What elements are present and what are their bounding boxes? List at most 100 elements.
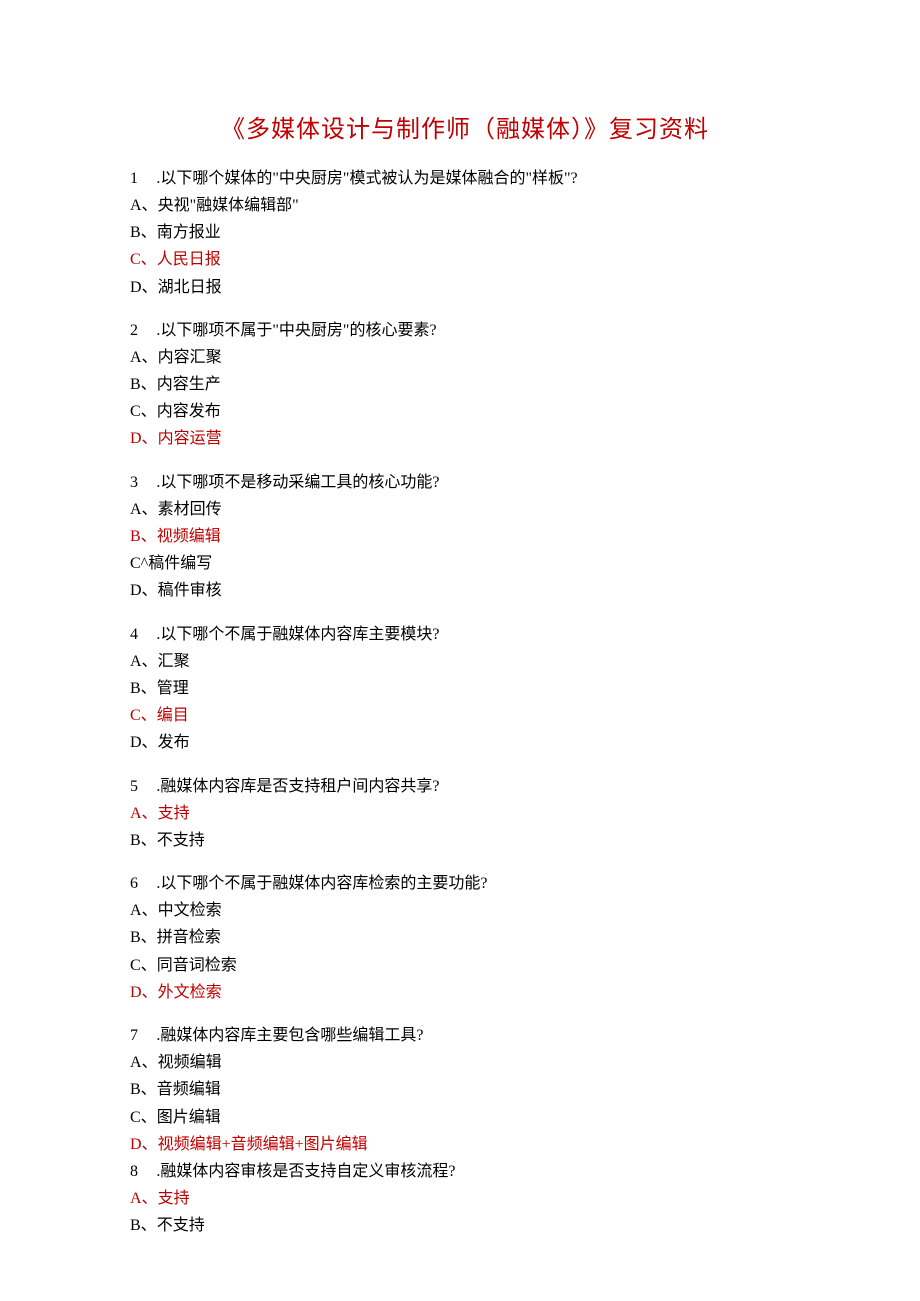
- option-text: 发布: [158, 734, 190, 751]
- option-text: 图片编辑: [157, 1109, 221, 1126]
- option-line: A、中文检索: [130, 897, 800, 924]
- option-label: B、: [130, 528, 157, 545]
- question-block: 1 .以下哪个媒体的"中央厨房"模式被认为是媒体融合的"样板"?A、央视"融媒体…: [130, 165, 800, 301]
- option-text: 内容汇聚: [158, 349, 222, 366]
- option-line: D、视频编辑+音频编辑+图片编辑: [130, 1131, 800, 1158]
- option-text: 稿件编写: [148, 555, 212, 572]
- question-text: 以下哪个媒体的"中央厨房"模式被认为是媒体融合的"样板"?: [160, 170, 577, 187]
- option-line: C、编目: [130, 702, 800, 729]
- option-text: 人民日报: [157, 251, 221, 268]
- option-text: 内容运营: [158, 430, 222, 447]
- option-text: 管理: [157, 680, 189, 697]
- option-label: D、: [130, 984, 158, 1001]
- option-label: C^: [130, 555, 148, 572]
- option-line: A、支持: [130, 1185, 800, 1212]
- option-line: D、湖北日报: [130, 274, 800, 301]
- question-block: 2 .以下哪项不属于"中央厨房"的核心要素?A、内容汇聚B、内容生产C、内容发布…: [130, 317, 800, 453]
- option-text: 视频编辑: [157, 528, 221, 545]
- question-number: 8: [130, 1158, 152, 1185]
- option-label: C、: [130, 1109, 157, 1126]
- option-line: D、发布: [130, 729, 800, 756]
- option-line: A、内容汇聚: [130, 344, 800, 371]
- option-text: 汇聚: [158, 653, 190, 670]
- option-label: B、: [130, 680, 157, 697]
- option-line: C、图片编辑: [130, 1104, 800, 1131]
- question-block: 4 .以下哪个不属于融媒体内容库主要模块?A、汇聚B、管理C、编目D、发布: [130, 621, 800, 757]
- option-text: 不支持: [157, 832, 205, 849]
- option-text: 内容生产: [157, 376, 221, 393]
- option-line: A、支持: [130, 800, 800, 827]
- option-line: B、音频编辑: [130, 1076, 800, 1103]
- option-text: 拼音检索: [157, 929, 221, 946]
- option-text: 视频编辑: [158, 1054, 222, 1071]
- question-text: 融媒体内容审核是否支持自定义审核流程?: [160, 1163, 455, 1180]
- question-text: 以下哪个不属于融媒体内容库检索的主要功能?: [160, 875, 487, 892]
- option-line: C^稿件编写: [130, 550, 800, 577]
- option-label: C、: [130, 403, 157, 420]
- question-text: 以下哪项不属于"中央厨房"的核心要素?: [160, 322, 436, 339]
- option-line: B、拼音检索: [130, 924, 800, 951]
- option-text: 内容发布: [157, 403, 221, 420]
- option-text: 稿件审核: [158, 582, 222, 599]
- option-text: 支持: [158, 805, 190, 822]
- question-text: 以下哪个不属于融媒体内容库主要模块?: [160, 626, 439, 643]
- question-block: 8 .融媒体内容审核是否支持自定义审核流程?A、支持B、不支持: [130, 1158, 800, 1240]
- option-line: D、内容运营: [130, 425, 800, 452]
- question-line: 7 .融媒体内容库主要包含哪些编辑工具?: [130, 1022, 800, 1049]
- option-text: 同音词检索: [157, 957, 237, 974]
- option-label: B、: [130, 224, 157, 241]
- option-line: B、不支持: [130, 827, 800, 854]
- option-text: 支持: [158, 1190, 190, 1207]
- option-label: A、: [130, 805, 158, 822]
- option-line: C、同音词检索: [130, 952, 800, 979]
- option-label: A、: [130, 1190, 158, 1207]
- option-line: B、内容生产: [130, 371, 800, 398]
- option-label: C、: [130, 957, 157, 974]
- question-line: 4 .以下哪个不属于融媒体内容库主要模块?: [130, 621, 800, 648]
- option-label: D、: [130, 582, 158, 599]
- option-label: B、: [130, 929, 157, 946]
- option-line: B、南方报业: [130, 219, 800, 246]
- option-label: A、: [130, 349, 158, 366]
- option-line: C、内容发布: [130, 398, 800, 425]
- option-line: D、外文检索: [130, 979, 800, 1006]
- question-number: 4: [130, 621, 152, 648]
- option-text: 素材回传: [158, 501, 222, 518]
- question-block: 7 .融媒体内容库主要包含哪些编辑工具?A、视频编辑B、音频编辑C、图片编辑D、…: [130, 1022, 800, 1158]
- question-text: 以下哪项不是移动采编工具的核心功能?: [160, 474, 439, 491]
- question-number: 2: [130, 317, 152, 344]
- option-line: B、视频编辑: [130, 523, 800, 550]
- option-label: B、: [130, 1217, 157, 1234]
- option-label: B、: [130, 1081, 157, 1098]
- option-label: D、: [130, 734, 158, 751]
- option-label: D、: [130, 430, 158, 447]
- option-line: C、人民日报: [130, 246, 800, 273]
- question-line: 2 .以下哪项不属于"中央厨房"的核心要素?: [130, 317, 800, 344]
- option-text: 编目: [157, 707, 189, 724]
- option-label: A、: [130, 197, 158, 214]
- option-label: D、: [130, 279, 158, 296]
- option-text: 湖北日报: [158, 279, 222, 296]
- option-line: A、视频编辑: [130, 1049, 800, 1076]
- option-line: A、素材回传: [130, 496, 800, 523]
- option-text: 中文检索: [158, 902, 222, 919]
- question-number: 1: [130, 165, 152, 192]
- option-text: 央视"融媒体编辑部": [158, 197, 299, 214]
- option-label: A、: [130, 1054, 158, 1071]
- option-label: A、: [130, 501, 158, 518]
- question-line: 3 .以下哪项不是移动采编工具的核心功能?: [130, 469, 800, 496]
- option-text: 外文检索: [158, 984, 222, 1001]
- question-number: 6: [130, 870, 152, 897]
- option-label: B、: [130, 832, 157, 849]
- option-label: C、: [130, 251, 157, 268]
- document-title: 《多媒体设计与制作师（融媒体）》复习资料: [130, 110, 800, 151]
- option-line: A、汇聚: [130, 648, 800, 675]
- option-line: B、管理: [130, 675, 800, 702]
- question-text: 融媒体内容库是否支持租户间内容共享?: [160, 778, 439, 795]
- question-line: 8 .融媒体内容审核是否支持自定义审核流程?: [130, 1158, 800, 1185]
- option-label: A、: [130, 902, 158, 919]
- option-line: B、不支持: [130, 1212, 800, 1239]
- option-label: C、: [130, 707, 157, 724]
- question-text: 融媒体内容库主要包含哪些编辑工具?: [160, 1027, 423, 1044]
- option-text: 视频编辑+音频编辑+图片编辑: [158, 1136, 368, 1153]
